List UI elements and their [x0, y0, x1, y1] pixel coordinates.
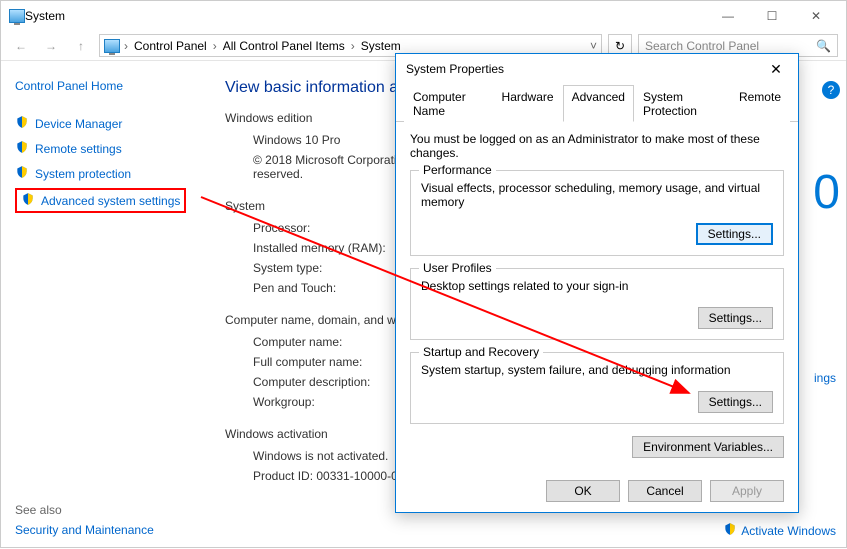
maximize-button[interactable]: ☐ — [750, 1, 794, 31]
sidebar-item-system-protection[interactable]: System protection — [15, 161, 203, 186]
dialog-tabs: Computer Name Hardware Advanced System P… — [396, 84, 798, 122]
environment-variables-button[interactable]: Environment Variables... — [632, 436, 784, 458]
tab-advanced[interactable]: Advanced — [563, 85, 634, 122]
cancel-button[interactable]: Cancel — [628, 480, 702, 502]
activate-windows-link[interactable]: Activate Windows — [723, 522, 836, 539]
windows-logo-partial: 0 — [813, 165, 840, 220]
performance-title: Performance — [419, 163, 496, 177]
dialog-title: System Properties — [406, 62, 504, 76]
sidebar: Control Panel Home Device Manager Remote… — [1, 61, 211, 545]
security-maintenance-link[interactable]: Security and Maintenance — [15, 523, 154, 537]
sidebar-label: System protection — [35, 167, 131, 181]
settings-link-partial[interactable]: ings — [814, 371, 836, 385]
sidebar-label: Advanced system settings — [41, 194, 180, 208]
user-profiles-desc: Desktop settings related to your sign-in — [421, 279, 773, 293]
shield-icon — [21, 192, 35, 209]
chevron-right-icon: › — [349, 39, 357, 53]
shield-icon — [15, 115, 29, 132]
admin-note: You must be logged on as an Administrato… — [410, 132, 784, 160]
tab-computer-name[interactable]: Computer Name — [404, 85, 493, 122]
shield-icon — [15, 140, 29, 157]
chevron-right-icon: › — [122, 39, 130, 53]
control-panel-icon — [104, 39, 120, 53]
breadcrumb-system[interactable]: System — [359, 39, 403, 53]
startup-settings-button[interactable]: Settings... — [698, 391, 773, 413]
startup-recovery-groupbox: Startup and Recovery System startup, sys… — [410, 352, 784, 424]
system-icon — [9, 9, 25, 23]
startup-desc: System startup, system failure, and debu… — [421, 363, 773, 377]
tab-hardware[interactable]: Hardware — [493, 85, 563, 122]
dialog-titlebar: System Properties ✕ — [396, 54, 798, 84]
search-placeholder: Search Control Panel — [645, 39, 759, 53]
sidebar-item-remote-settings[interactable]: Remote settings — [15, 136, 203, 161]
tab-system-protection[interactable]: System Protection — [634, 85, 730, 122]
user-profiles-groupbox: User Profiles Desktop settings related t… — [410, 268, 784, 340]
help-icon[interactable]: ? — [822, 81, 840, 99]
system-properties-dialog: System Properties ✕ Computer Name Hardwa… — [395, 53, 799, 513]
forward-button[interactable]: → — [39, 34, 63, 58]
chevron-down-icon[interactable]: ˅ — [590, 39, 597, 53]
control-panel-home-link[interactable]: Control Panel Home — [15, 79, 203, 93]
performance-settings-button[interactable]: Settings... — [696, 223, 773, 245]
user-profiles-settings-button[interactable]: Settings... — [698, 307, 773, 329]
user-profiles-title: User Profiles — [419, 261, 496, 275]
sidebar-item-advanced-highlighted[interactable]: Advanced system settings — [15, 188, 186, 213]
dialog-close-button[interactable]: ✕ — [764, 57, 788, 81]
performance-groupbox: Performance Visual effects, processor sc… — [410, 170, 784, 256]
shield-icon — [723, 522, 737, 539]
ok-button[interactable]: OK — [546, 480, 620, 502]
back-button[interactable]: ← — [9, 34, 33, 58]
startup-title: Startup and Recovery — [419, 345, 543, 359]
breadcrumb-control-panel[interactable]: Control Panel — [132, 39, 209, 53]
up-button[interactable]: ↑ — [69, 34, 93, 58]
window-title: System — [25, 9, 706, 23]
breadcrumb-all-items[interactable]: All Control Panel Items — [221, 39, 347, 53]
titlebar: System — ☐ ✕ — [1, 1, 846, 31]
shield-icon — [15, 165, 29, 182]
minimize-button[interactable]: — — [706, 1, 750, 31]
tab-remote[interactable]: Remote — [730, 85, 790, 122]
apply-button[interactable]: Apply — [710, 480, 784, 502]
chevron-right-icon: › — [211, 39, 219, 53]
close-button[interactable]: ✕ — [794, 1, 838, 31]
performance-desc: Visual effects, processor scheduling, me… — [421, 181, 773, 209]
sidebar-label: Device Manager — [35, 117, 122, 131]
sidebar-label: Remote settings — [35, 142, 122, 156]
see-also-label: See also — [15, 503, 62, 517]
sidebar-item-device-manager[interactable]: Device Manager — [15, 111, 203, 136]
search-icon: 🔍 — [816, 39, 831, 53]
